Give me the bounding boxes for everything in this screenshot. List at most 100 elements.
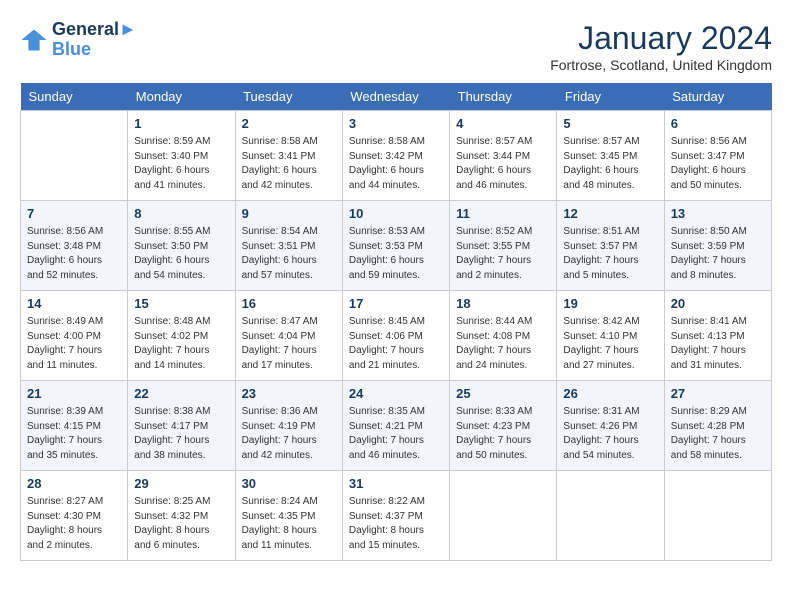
calendar-cell: 18 Sunrise: 8:44 AMSunset: 4:08 PMDayligh… [450,291,557,381]
day-number: 3 [349,115,443,133]
day-number: 16 [242,295,336,313]
calendar-cell [21,111,128,201]
day-number: 26 [563,385,657,403]
logo: General► Blue [20,20,137,60]
calendar-cell: 21 Sunrise: 8:39 AMSunset: 4:15 PMDayligh… [21,381,128,471]
day-number: 28 [27,475,121,493]
calendar-cell: 11 Sunrise: 8:52 AMSunset: 3:55 PMDayligh… [450,201,557,291]
calendar-cell: 25 Sunrise: 8:33 AMSunset: 4:23 PMDayligh… [450,381,557,471]
calendar-table: SundayMondayTuesdayWednesdayThursdayFrid… [20,83,772,561]
day-number: 23 [242,385,336,403]
calendar-cell: 5 Sunrise: 8:57 AMSunset: 3:45 PMDaylight… [557,111,664,201]
day-number: 9 [242,205,336,223]
calendar-cell: 3 Sunrise: 8:58 AMSunset: 3:42 PMDaylight… [342,111,449,201]
day-info: Sunrise: 8:48 AMSunset: 4:02 PMDaylight:… [134,315,228,373]
day-number: 31 [349,475,443,493]
day-number: 13 [671,205,765,223]
day-info: Sunrise: 8:55 AMSunset: 3:50 PMDaylight:… [134,225,228,283]
calendar-header-row: SundayMondayTuesdayWednesdayThursdayFrid… [21,83,772,111]
day-number: 17 [349,295,443,313]
calendar-cell: 9 Sunrise: 8:54 AMSunset: 3:51 PMDaylight… [235,201,342,291]
day-number: 11 [456,205,550,223]
calendar-cell [664,471,771,561]
calendar-cell: 31 Sunrise: 8:22 AMSunset: 4:37 PMDayligh… [342,471,449,561]
day-info: Sunrise: 8:24 AMSunset: 4:35 PMDaylight:… [242,495,336,553]
page-header: General► Blue January 2024 Fortrose, Sco… [20,20,772,73]
day-info: Sunrise: 8:38 AMSunset: 4:17 PMDaylight:… [134,405,228,463]
day-header-monday: Monday [128,83,235,111]
day-info: Sunrise: 8:51 AMSunset: 3:57 PMDaylight:… [563,225,657,283]
day-info: Sunrise: 8:50 AMSunset: 3:59 PMDaylight:… [671,225,765,283]
calendar-cell: 23 Sunrise: 8:36 AMSunset: 4:19 PMDayligh… [235,381,342,471]
day-info: Sunrise: 8:41 AMSunset: 4:13 PMDaylight:… [671,315,765,373]
day-info: Sunrise: 8:33 AMSunset: 4:23 PMDaylight:… [456,405,550,463]
logo-text: General► Blue [52,20,137,60]
day-info: Sunrise: 8:35 AMSunset: 4:21 PMDaylight:… [349,405,443,463]
calendar-cell: 29 Sunrise: 8:25 AMSunset: 4:32 PMDayligh… [128,471,235,561]
day-info: Sunrise: 8:42 AMSunset: 4:10 PMDaylight:… [563,315,657,373]
calendar-cell: 2 Sunrise: 8:58 AMSunset: 3:41 PMDaylight… [235,111,342,201]
calendar-cell: 8Sunrise: 8:55 AMSunset: 3:50 PMDaylight… [128,201,235,291]
day-info: Sunrise: 8:44 AMSunset: 4:08 PMDaylight:… [456,315,550,373]
day-number: 12 [563,205,657,223]
day-info: Sunrise: 8:22 AMSunset: 4:37 PMDaylight:… [349,495,443,553]
day-number: 22 [134,385,228,403]
day-info: Sunrise: 8:58 AMSunset: 3:41 PMDaylight:… [242,135,336,193]
day-number: 4 [456,115,550,133]
day-number: 25 [456,385,550,403]
calendar-week-row: 28 Sunrise: 8:27 AMSunset: 4:30 PMDayligh… [21,471,772,561]
day-number: 5 [563,115,657,133]
calendar-week-row: 7Sunrise: 8:56 AMSunset: 3:48 PMDaylight… [21,201,772,291]
day-header-tuesday: Tuesday [235,83,342,111]
day-info: Sunrise: 8:27 AMSunset: 4:30 PMDaylight:… [27,495,121,553]
day-info: Sunrise: 8:36 AMSunset: 4:19 PMDaylight:… [242,405,336,463]
calendar-cell: 27 Sunrise: 8:29 AMSunset: 4:28 PMDayligh… [664,381,771,471]
day-number: 29 [134,475,228,493]
day-number: 15 [134,295,228,313]
day-info: Sunrise: 8:59 AMSunset: 3:40 PMDaylight:… [134,135,228,193]
calendar-cell: 4Sunrise: 8:57 AMSunset: 3:44 PMDaylight… [450,111,557,201]
location: Fortrose, Scotland, United Kingdom [550,57,772,73]
calendar-cell: 6 Sunrise: 8:56 AMSunset: 3:47 PMDaylight… [664,111,771,201]
day-info: Sunrise: 8:53 AMSunset: 3:53 PMDaylight:… [349,225,443,283]
day-number: 18 [456,295,550,313]
day-info: Sunrise: 8:45 AMSunset: 4:06 PMDaylight:… [349,315,443,373]
calendar-body: 1 Sunrise: 8:59 AMSunset: 3:40 PMDaylight… [21,111,772,561]
day-info: Sunrise: 8:57 AMSunset: 3:45 PMDaylight:… [563,135,657,193]
day-info: Sunrise: 8:29 AMSunset: 4:28 PMDaylight:… [671,405,765,463]
day-info: Sunrise: 8:52 AMSunset: 3:55 PMDaylight:… [456,225,550,283]
day-info: Sunrise: 8:56 AMSunset: 3:48 PMDaylight:… [27,225,121,283]
calendar-cell: 16 Sunrise: 8:47 AMSunset: 4:04 PMDayligh… [235,291,342,381]
day-info: Sunrise: 8:54 AMSunset: 3:51 PMDaylight:… [242,225,336,283]
calendar-cell: 28 Sunrise: 8:27 AMSunset: 4:30 PMDayligh… [21,471,128,561]
calendar-cell: 22 Sunrise: 8:38 AMSunset: 4:17 PMDayligh… [128,381,235,471]
day-header-wednesday: Wednesday [342,83,449,111]
calendar-cell: 14Sunrise: 8:49 AMSunset: 4:00 PMDayligh… [21,291,128,381]
day-number: 1 [134,115,228,133]
day-number: 2 [242,115,336,133]
calendar-cell: 17 Sunrise: 8:45 AMSunset: 4:06 PMDayligh… [342,291,449,381]
day-info: Sunrise: 8:39 AMSunset: 4:15 PMDaylight:… [27,405,121,463]
day-number: 14 [27,295,121,313]
calendar-cell [557,471,664,561]
calendar-cell: 10Sunrise: 8:53 AMSunset: 3:53 PMDayligh… [342,201,449,291]
calendar-cell: 1 Sunrise: 8:59 AMSunset: 3:40 PMDaylight… [128,111,235,201]
day-header-thursday: Thursday [450,83,557,111]
day-info: Sunrise: 8:58 AMSunset: 3:42 PMDaylight:… [349,135,443,193]
day-number: 6 [671,115,765,133]
calendar-week-row: 14Sunrise: 8:49 AMSunset: 4:00 PMDayligh… [21,291,772,381]
calendar-cell [450,471,557,561]
day-info: Sunrise: 8:31 AMSunset: 4:26 PMDaylight:… [563,405,657,463]
day-number: 27 [671,385,765,403]
calendar-cell: 26 Sunrise: 8:31 AMSunset: 4:26 PMDayligh… [557,381,664,471]
month-title: January 2024 [550,20,772,57]
calendar-cell: 15 Sunrise: 8:48 AMSunset: 4:02 PMDayligh… [128,291,235,381]
day-info: Sunrise: 8:47 AMSunset: 4:04 PMDaylight:… [242,315,336,373]
day-info: Sunrise: 8:25 AMSunset: 4:32 PMDaylight:… [134,495,228,553]
calendar-cell: 19 Sunrise: 8:42 AMSunset: 4:10 PMDayligh… [557,291,664,381]
day-number: 19 [563,295,657,313]
day-number: 21 [27,385,121,403]
calendar-week-row: 21 Sunrise: 8:39 AMSunset: 4:15 PMDayligh… [21,381,772,471]
day-header-saturday: Saturday [664,83,771,111]
day-info: Sunrise: 8:56 AMSunset: 3:47 PMDaylight:… [671,135,765,193]
